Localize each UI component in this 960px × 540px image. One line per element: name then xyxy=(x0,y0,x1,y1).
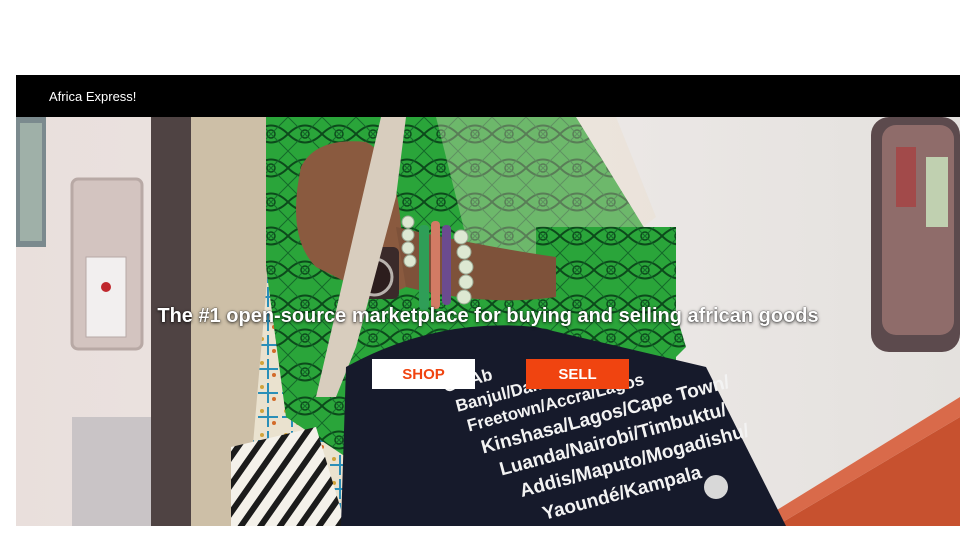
hero-content: The #1 open-source marketplace for buyin… xyxy=(16,117,960,526)
brand-link[interactable]: Africa Express! xyxy=(49,89,136,104)
sell-button[interactable]: SELL xyxy=(526,359,629,389)
hero-tagline: The #1 open-source marketplace for buyin… xyxy=(157,305,819,327)
navbar: Africa Express! xyxy=(16,75,960,117)
shop-button[interactable]: SHOP xyxy=(372,359,475,389)
hero-section: Ga/Ab Banjul/Dakar Freetown/Accra/Lagos … xyxy=(16,117,960,526)
site-frame: Africa Express! Banjul/Dakar Freetown/Ac… xyxy=(16,75,960,526)
